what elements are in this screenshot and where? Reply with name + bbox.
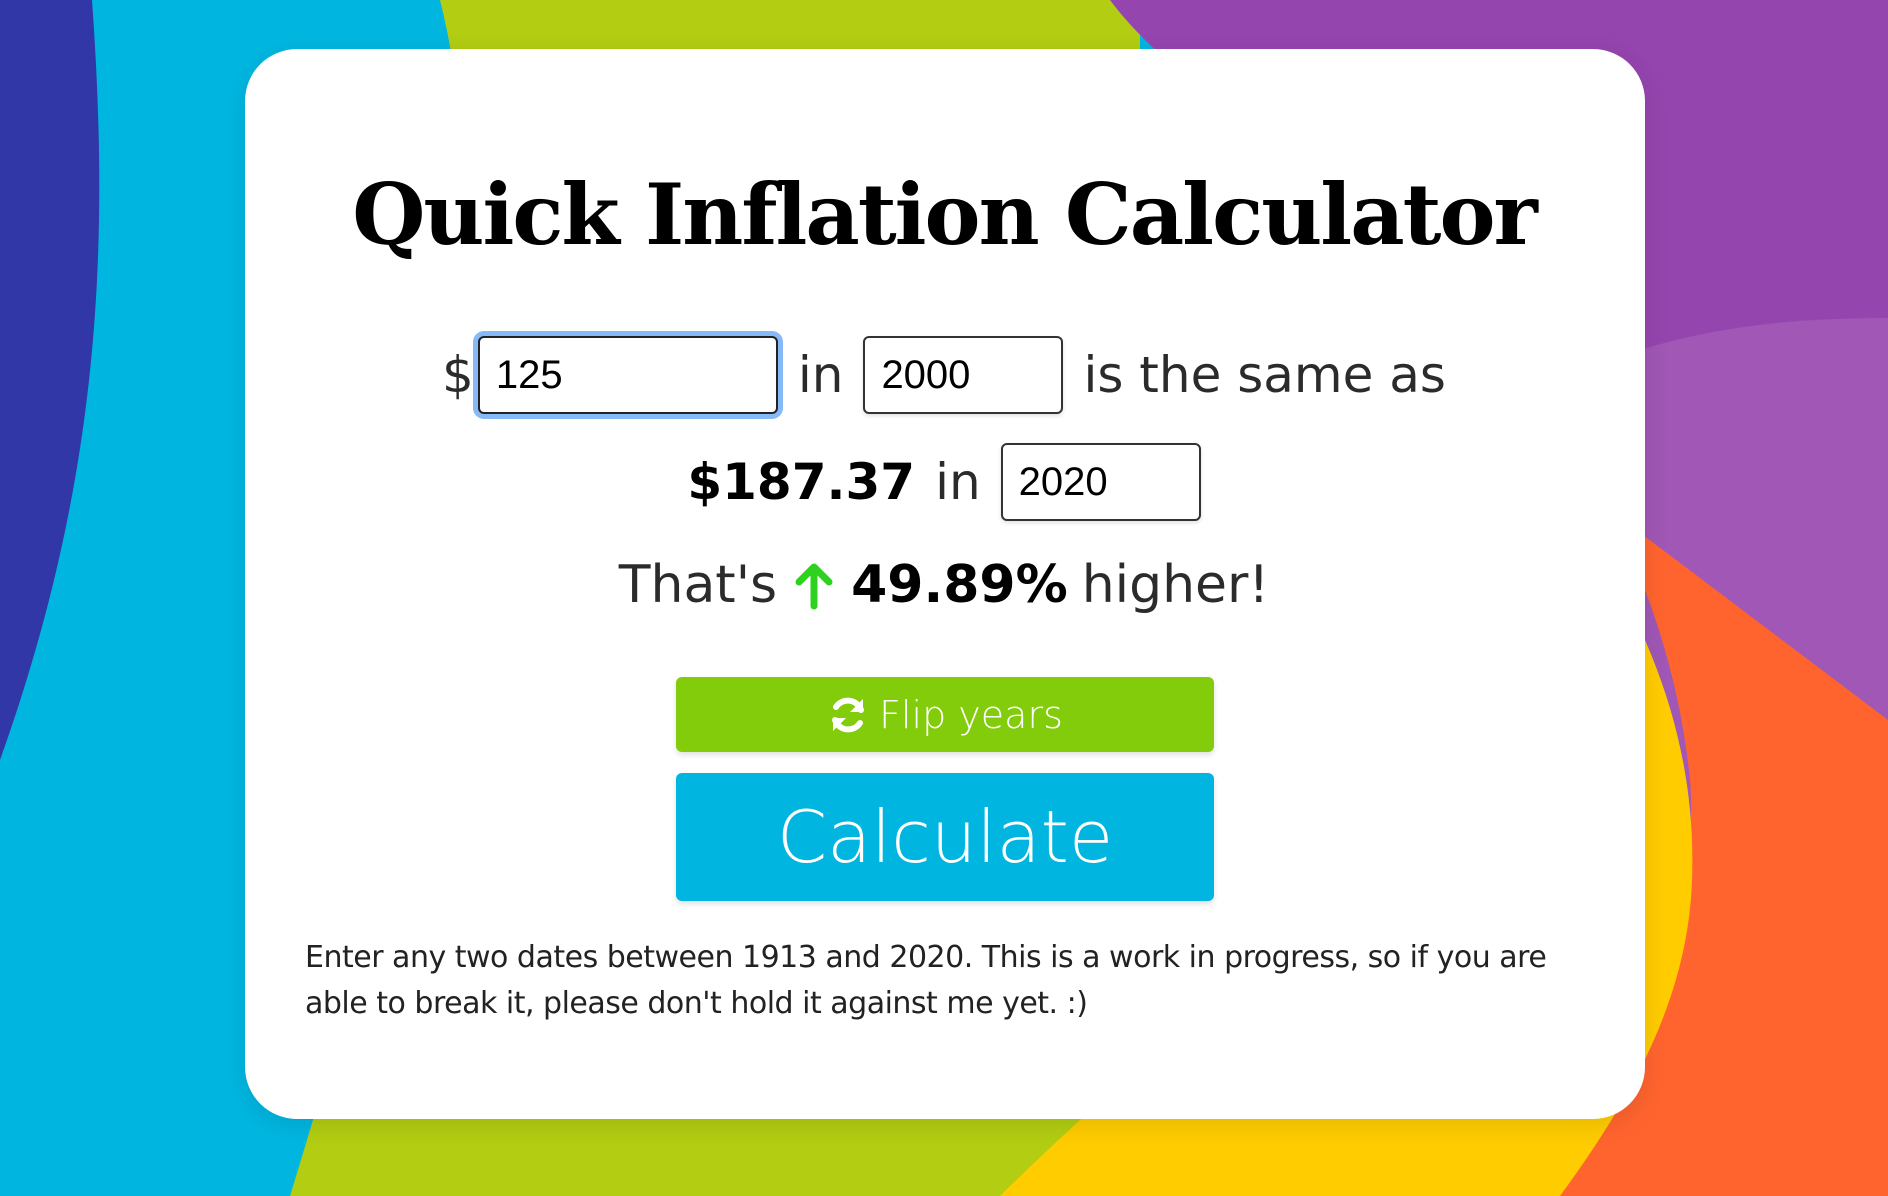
flip-years-button[interactable]: Flip years [676,677,1214,752]
calculate-button[interactable]: Calculate [676,773,1214,901]
calculate-label: Calculate [776,795,1114,879]
summary-prefix: That's [618,555,778,615]
summary-suffix: higher! [1081,555,1270,615]
summary-row: That's 49.89% higher! [0,545,1888,625]
in-label-2: in [935,453,981,511]
result-row: $187.37 in [0,440,1888,524]
currency-symbol: $ [442,346,474,404]
result-amount: $187.37 [687,453,916,511]
percent-change: 49.89% [851,555,1068,615]
arrow-up-icon [795,563,833,610]
page-title: Quick Inflation Calculator [352,165,1537,264]
amount-row: $ in is the same as [0,330,1888,420]
amount-input[interactable] [477,336,778,414]
from-year-input[interactable] [863,336,1064,414]
flip-years-label: Flip years [879,692,1063,737]
in-label: in [797,346,844,404]
to-year-input[interactable] [1000,443,1201,521]
refresh-icon [832,697,865,732]
help-note: Enter any two dates between 1913 and 202… [305,940,1547,1021]
same-as-label: is the same as [1083,346,1446,404]
